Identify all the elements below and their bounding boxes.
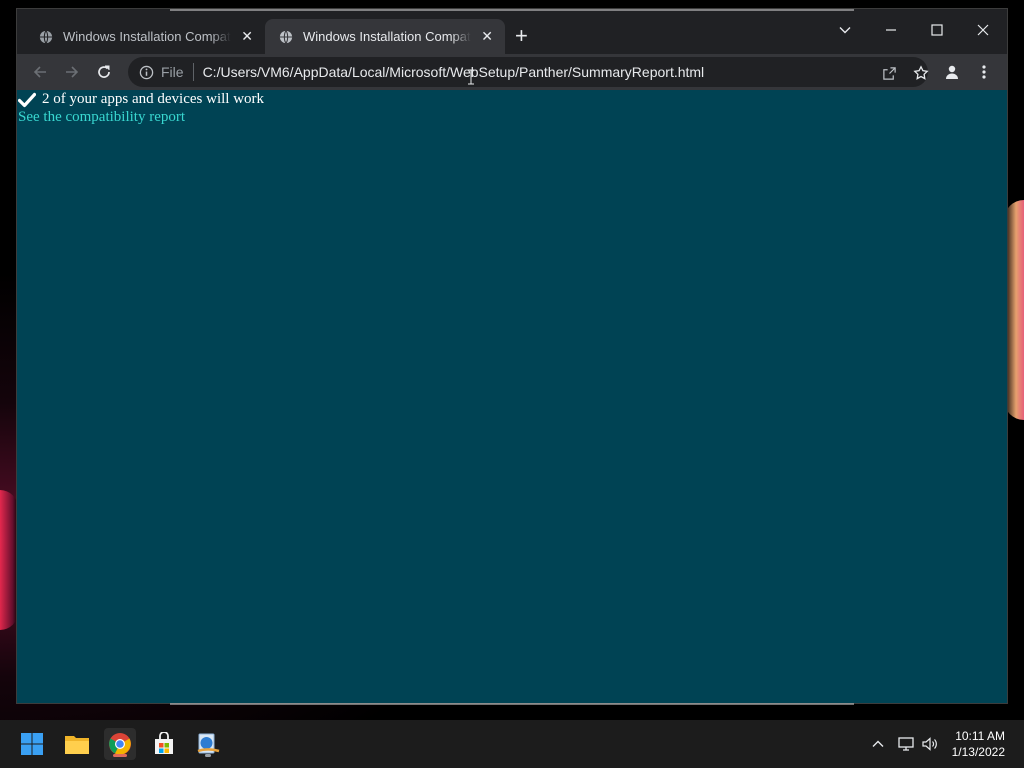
- menu-button[interactable]: [972, 60, 996, 84]
- tab-inactive[interactable]: Windows Installation Compatibility ✕: [25, 19, 265, 54]
- browser-window: Windows Installation Compatibility ✕ Win…: [17, 9, 1007, 705]
- volume-button[interactable]: [920, 734, 940, 754]
- tab-title: Windows Installation Compatibility: [303, 29, 471, 44]
- page-content: 2 of your apps and devices will work See…: [17, 90, 1007, 703]
- back-arrow-icon: [33, 66, 46, 78]
- compatibility-report-link[interactable]: See the compatibility report: [18, 109, 185, 126]
- wallpaper-glow: [1004, 200, 1024, 420]
- text-cursor-icon: [468, 69, 474, 85]
- network-button[interactable]: [896, 734, 916, 754]
- tab-active[interactable]: Windows Installation Compatibility ✕: [265, 19, 505, 54]
- forward-button[interactable]: [60, 60, 84, 84]
- share-icon[interactable]: [880, 64, 898, 82]
- minimize-button[interactable]: [868, 15, 914, 45]
- new-tab-button[interactable]: +: [515, 24, 528, 48]
- microsoft-store-icon: [155, 732, 173, 754]
- globe-icon: [39, 30, 53, 43]
- window-edge-highlight: [170, 703, 854, 705]
- profile-icon: [946, 65, 958, 79]
- reload-button[interactable]: [92, 60, 116, 84]
- clock-date: 1/13/2022: [951, 745, 1005, 759]
- taskbar-store[interactable]: [148, 728, 180, 760]
- taskbar-chrome[interactable]: [104, 728, 136, 760]
- url-text[interactable]: C:/Users/VM6/AppData/Local/Microsoft/Web…: [203, 64, 705, 80]
- scheme-chip: File: [161, 64, 184, 80]
- tab-title: Windows Installation Compatibility: [63, 29, 231, 44]
- tab-search-button[interactable]: [822, 15, 868, 45]
- profile-button[interactable]: [940, 60, 964, 84]
- address-bar[interactable]: File C:/Users/VM6/AppData/Local/Microsof…: [128, 57, 930, 87]
- close-tab-icon[interactable]: ✕: [479, 28, 495, 45]
- minimize-icon: [886, 29, 896, 31]
- back-button[interactable]: [28, 60, 52, 84]
- tab-strip: Windows Installation Compatibility ✕ Win…: [17, 9, 1007, 54]
- running-indicator: [113, 754, 127, 757]
- chrome-icon: [109, 733, 131, 755]
- show-hidden-icons-button[interactable]: [868, 734, 888, 754]
- divider: [192, 63, 194, 81]
- start-icon: [21, 733, 43, 755]
- compatibility-result: 2 of your apps and devices will work: [17, 91, 264, 108]
- clock-time: 10:11 AM: [955, 729, 1005, 743]
- globe-icon: [279, 30, 293, 43]
- start-button[interactable]: [16, 728, 48, 760]
- result-text: 2 of your apps and devices will work: [42, 91, 265, 107]
- taskbar-file-explorer[interactable]: [61, 728, 93, 760]
- maximize-icon: [931, 24, 943, 36]
- info-icon[interactable]: [138, 64, 154, 80]
- system-clock[interactable]: 10:11 AM 1/13/2022: [952, 728, 1005, 760]
- network-icon: [898, 737, 914, 751]
- taskbar: 10:11 AM 1/13/2022: [0, 720, 1024, 768]
- chevron-up-icon: [872, 740, 884, 747]
- maximize-button[interactable]: [914, 15, 960, 45]
- kebab-menu-icon: [982, 65, 986, 79]
- browser-toolbar: File C:/Users/VM6/AppData/Local/Microsof…: [17, 54, 1007, 90]
- file-explorer-icon: [65, 736, 89, 754]
- reload-icon: [98, 65, 110, 78]
- close-icon: [977, 24, 989, 36]
- chevron-down-icon: [839, 27, 851, 34]
- checkmark-icon: [18, 92, 36, 107]
- volume-icon: [922, 737, 937, 751]
- running-indicator: [205, 754, 211, 757]
- wallpaper-glow: [0, 490, 18, 630]
- close-window-button[interactable]: [960, 15, 1006, 45]
- bookmark-star-icon[interactable]: [912, 64, 930, 82]
- forward-arrow-icon: [66, 66, 79, 78]
- taskbar-setup[interactable]: [192, 728, 224, 760]
- close-tab-icon[interactable]: ✕: [239, 28, 255, 45]
